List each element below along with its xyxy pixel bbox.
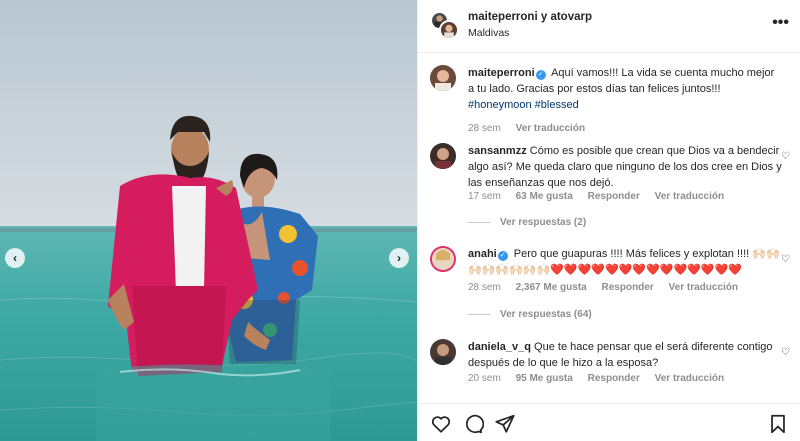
comment-reply-link[interactable]: Responder [602,282,654,293]
replies-divider [468,313,490,315]
comment-likes[interactable]: 63 Me gusta [516,191,573,202]
comment-reply-link[interactable]: Responder [588,373,640,384]
comment-username[interactable]: sansanmzz [468,145,527,157]
like-comment-heart-icon[interactable]: ♡ [781,347,790,358]
caption-avatar[interactable] [430,65,456,91]
view-replies-link[interactable]: Ver respuestas (2) [468,217,586,228]
verified-badge-icon: ✓ [497,251,508,261]
caption-hashtags[interactable]: #honeymoon #blessed [468,99,579,111]
comment-avatar[interactable] [430,143,456,169]
comment-text: daniela_v_q Que te hace pensar que el se… [468,339,783,371]
caption-text: maiteperroni ✓ Aquí vamos!!! La vida se c… [468,65,783,113]
comment-avatar[interactable] [430,339,456,365]
photo-couple-in-sea [0,0,417,441]
comment-reply-link[interactable]: Responder [588,191,640,202]
comment-username[interactable]: daniela_v_q [468,341,531,353]
verified-badge-icon: ✓ [535,70,546,80]
like-comment-heart-icon[interactable]: ♡ [781,151,790,162]
comment-translate-link[interactable]: Ver traducción [655,373,724,384]
comment-time[interactable]: 28 sem [468,282,501,293]
like-heart-icon[interactable] [430,413,452,435]
comment-text: sansanmzz Cómo es posible que crean que … [468,143,783,191]
comment-text: anahi ✓ Pero que guapuras !!!! Más felice… [468,246,783,278]
view-replies-link[interactable]: Ver respuestas (64) [468,309,592,320]
view-replies-label[interactable]: Ver respuestas (2) [500,217,586,228]
avatar-maiteperroni[interactable] [439,20,459,40]
carousel-next-button[interactable]: › [389,248,409,268]
comment-meta: 20 sem 95 Me gusta Responder Ver traducc… [468,373,724,384]
more-options-icon[interactable]: ••• [772,14,789,32]
comment-likes[interactable]: 95 Me gusta [516,373,573,384]
post-dialog: ‹ › maiteperroni y atovarp Maldivas ••• [0,0,800,441]
comment-username[interactable]: anahi [468,248,497,260]
view-replies-label[interactable]: Ver respuestas (64) [500,309,592,320]
post-side-panel: maiteperroni y atovarp Maldivas ••• mait… [417,0,800,441]
post-header: maiteperroni y atovarp Maldivas ••• [418,0,800,53]
comment-meta: 17 sem 63 Me gusta Responder Ver traducc… [468,191,724,202]
header-location[interactable]: Maldivas [468,27,509,39]
comment-likes[interactable]: 2,367 Me gusta [516,282,587,293]
comment-body: Pero que guapuras !!!! Más felices y exp… [468,248,780,276]
comment-time[interactable]: 17 sem [468,191,501,202]
caption-username[interactable]: maiteperroni [468,67,535,79]
header-title[interactable]: maiteperroni y atovarp [468,11,592,23]
caption-translate-link[interactable]: Ver traducción [516,123,585,134]
share-send-icon[interactable] [494,413,516,435]
carousel-prev-button[interactable]: ‹ [5,248,25,268]
comment-avatar-story[interactable] [430,246,456,272]
header-avatars[interactable] [430,11,460,41]
caption-meta: 28 sem Ver traducción [468,123,585,134]
caption-time[interactable]: 28 sem [468,123,501,134]
comment-translate-link[interactable]: Ver traducción [669,282,738,293]
comment-translate-link[interactable]: Ver traducción [655,191,724,202]
comment-time[interactable]: 20 sem [468,373,501,384]
post-photo[interactable]: ‹ › [0,0,417,441]
replies-divider [468,221,490,223]
like-comment-heart-icon[interactable]: ♡ [781,254,790,265]
comment-meta: 28 sem 2,367 Me gusta Responder Ver trad… [468,282,738,293]
save-bookmark-icon[interactable] [767,413,789,435]
post-actions-bar [418,403,800,441]
comment-icon[interactable] [462,413,484,435]
